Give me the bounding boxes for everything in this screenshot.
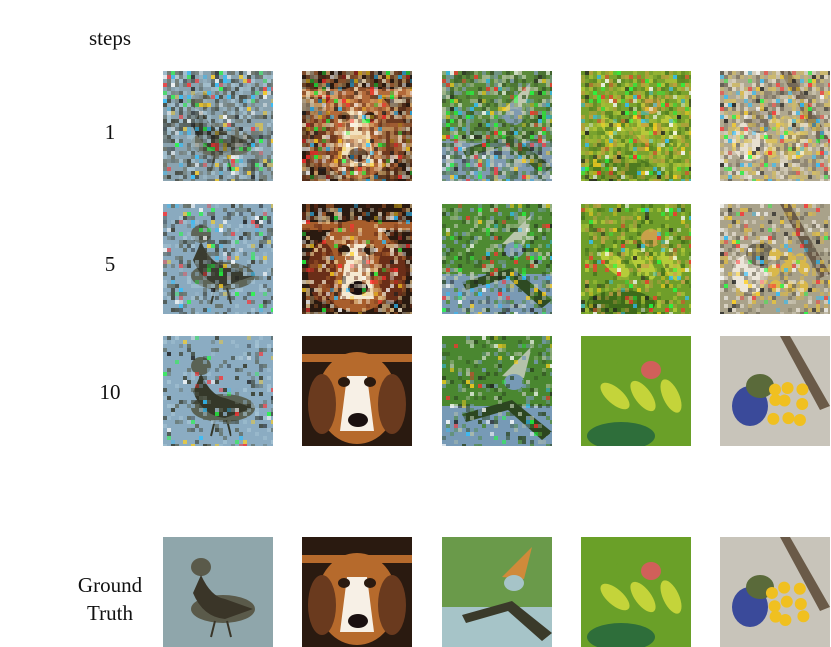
ground-truth-label-line2: Truth <box>87 601 133 625</box>
step-10-image-2 <box>302 336 412 446</box>
ground-truth-image-4 <box>581 537 691 647</box>
step-10-image-4 <box>581 336 691 446</box>
step-5-image-3 <box>442 204 552 314</box>
ground-truth-label-line1: Ground <box>77 573 143 597</box>
step-1-image-5 <box>720 71 830 181</box>
step-1-image-2 <box>302 71 412 181</box>
step-10-image-5 <box>720 336 830 446</box>
row-label-10: 10 <box>99 380 121 404</box>
ground-truth-label: Ground Truth <box>60 571 160 627</box>
ground-truth-image-5 <box>720 537 830 647</box>
steps-header-label: steps <box>89 26 131 50</box>
step-5-image-5 <box>720 204 830 314</box>
step-5-image-2 <box>302 204 412 314</box>
row-label-5: 5 <box>104 252 116 276</box>
step-1-image-4 <box>581 71 691 181</box>
step-1-image-1 <box>163 71 273 181</box>
step-5-image-4 <box>581 204 691 314</box>
step-10-image-3 <box>442 336 552 446</box>
step-1-image-3 <box>442 71 552 181</box>
step-10-image-1 <box>163 336 273 446</box>
ground-truth-image-1 <box>163 537 273 647</box>
step-5-image-1 <box>163 204 273 314</box>
ground-truth-image-3 <box>442 537 552 647</box>
row-label-1: 1 <box>104 120 116 144</box>
ground-truth-image-2 <box>302 537 412 647</box>
